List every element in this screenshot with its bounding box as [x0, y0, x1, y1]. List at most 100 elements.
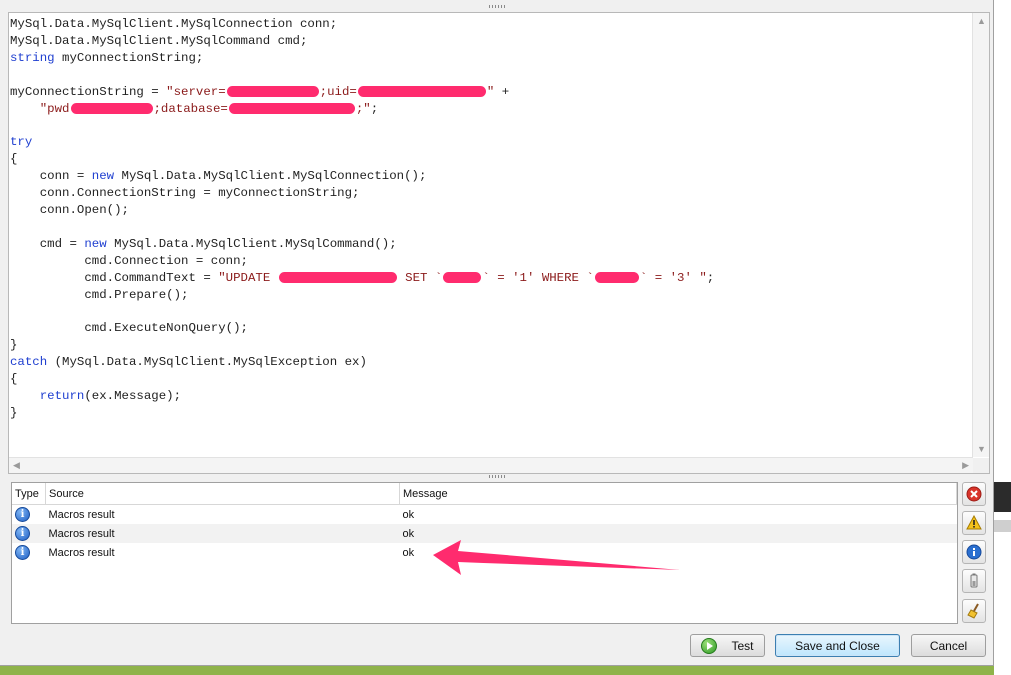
- info-filter-icon: [966, 544, 982, 560]
- message-source: Macros result: [45, 524, 400, 543]
- code-line[interactable]: MySql.Data.MySqlClient.MySqlCommand cmd;: [10, 33, 714, 50]
- code-string: "server=: [166, 84, 226, 99]
- redaction-mark: [443, 271, 482, 283]
- code-line[interactable]: string myConnectionString;: [10, 50, 714, 67]
- message-row[interactable]: i Macros result ok: [12, 505, 957, 525]
- clear-broom-icon: [967, 603, 979, 619]
- code-token: conn.Open();: [10, 202, 129, 217]
- code-keyword: return: [39, 388, 85, 403]
- code-line[interactable]: cmd.ExecuteNonQuery();: [10, 320, 714, 337]
- message-source: Macros result: [48, 546, 115, 559]
- error-filter-button[interactable]: [962, 482, 986, 506]
- code-line[interactable]: {: [10, 151, 714, 168]
- code-token: cmd.ExecuteNonQuery();: [10, 321, 248, 336]
- code-line[interactable]: MySql.Data.MySqlClient.MySqlConnection c…: [10, 16, 714, 33]
- code-string: "UPDATE: [218, 270, 278, 285]
- code-keyword: catch: [10, 355, 48, 370]
- code-token: cmd.Prepare();: [10, 287, 189, 302]
- cancel-label: Cancel: [929, 638, 968, 653]
- code-token: myConnectionString =: [10, 84, 167, 99]
- code-line[interactable]: }: [10, 337, 714, 354]
- redaction-mark: [228, 102, 355, 114]
- info-icon: i: [15, 526, 30, 541]
- scroll-corner: [973, 458, 989, 473]
- code-token: MySql.Data.MySqlClient.MySqlCommand cmd;: [10, 33, 308, 48]
- code-token: }: [10, 405, 18, 420]
- vertical-scrollbar[interactable]: ▲ ▼: [972, 13, 989, 457]
- code-keyword: new: [91, 169, 115, 184]
- save-and-close-button[interactable]: Save and Close: [775, 634, 900, 657]
- battery-filter-icon: [970, 573, 978, 588]
- code-line[interactable]: conn.ConnectionString = myConnectionStri…: [10, 185, 714, 202]
- code-token: cmd =: [10, 236, 85, 251]
- test-button[interactable]: Test: [690, 634, 765, 657]
- code-line[interactable]: cmd.CommandText = "UPDATE SET ` ` = '1' W…: [10, 270, 714, 287]
- code-token: myConnectionString;: [54, 50, 204, 65]
- redaction-mark: [70, 102, 153, 114]
- code-line[interactable]: conn = new MySql.Data.MySqlClient.MySqlC…: [10, 168, 714, 185]
- scroll-left-arrow[interactable]: ◀: [13, 460, 20, 470]
- info-filter-button[interactable]: [962, 540, 986, 564]
- code-line[interactable]: ​: [10, 117, 714, 134]
- code-token: {: [10, 372, 18, 387]
- battery-filter-button[interactable]: [962, 569, 986, 593]
- code-line[interactable]: try: [10, 134, 714, 151]
- code-string: ;database=: [153, 101, 228, 116]
- scroll-down-arrow[interactable]: ▼: [977, 444, 986, 454]
- scroll-up-arrow[interactable]: ▲: [977, 16, 986, 26]
- code-token: (MySql.Data.MySqlClient.MySqlException e…: [47, 355, 367, 370]
- code-text[interactable]: MySql.Data.MySqlClient.MySqlConnection c…: [10, 16, 714, 422]
- top-resize-grip[interactable]: [8, 2, 988, 12]
- macro-editor-window: MySql.Data.MySqlClient.MySqlConnection c…: [0, 0, 994, 666]
- code-line[interactable]: }: [10, 405, 714, 422]
- code-token: {: [10, 152, 18, 167]
- code-token: cmd.Connection = conn;: [10, 253, 248, 268]
- code-line[interactable]: ​: [10, 303, 714, 320]
- code-line[interactable]: conn.Open();: [10, 202, 714, 219]
- code-line[interactable]: ​: [10, 219, 714, 236]
- code-line[interactable]: "pwd ;database= ;";: [10, 101, 714, 118]
- code-token: MySql.Data.MySqlClient.MySqlConnection c…: [10, 17, 338, 31]
- code-keyword: try: [10, 135, 33, 150]
- redaction-mark: [226, 85, 319, 97]
- message-source: Macros result: [48, 508, 115, 521]
- pane-splitter[interactable]: [8, 473, 988, 481]
- code-line[interactable]: myConnectionString = "server= ;uid= " +: [10, 84, 714, 101]
- cancel-button[interactable]: Cancel: [911, 634, 986, 657]
- messages-header-row: Type Source Message: [12, 483, 957, 505]
- error-filter-icon: [966, 486, 982, 502]
- code-string: SET `: [397, 270, 443, 285]
- column-header-type[interactable]: Type: [12, 483, 46, 505]
- code-token: MySql.Data.MySqlClient.MySqlCommand();: [106, 236, 397, 251]
- redaction-mark: [594, 271, 639, 283]
- code-editor[interactable]: MySql.Data.MySqlClient.MySqlConnection c…: [8, 12, 990, 474]
- horizontal-scrollbar[interactable]: ◀ ▶: [9, 457, 973, 473]
- code-line[interactable]: cmd.Connection = conn;: [10, 253, 714, 270]
- code-keyword: new: [84, 236, 107, 251]
- code-line[interactable]: {: [10, 371, 714, 388]
- code-line[interactable]: return(ex.Message);: [10, 388, 714, 405]
- column-header-message[interactable]: Message: [399, 483, 957, 505]
- code-token: (ex.Message);: [84, 388, 182, 403]
- warning-filter-icon: [966, 515, 982, 530]
- code-token: conn.ConnectionString = myConnectionStri…: [10, 186, 360, 201]
- code-line[interactable]: cmd.Prepare();: [10, 287, 714, 304]
- message-text: ok: [402, 508, 415, 521]
- clear-messages-button[interactable]: [962, 599, 986, 623]
- code-line[interactable]: cmd = new MySql.Data.MySqlClient.MySqlCo…: [10, 236, 714, 253]
- warning-filter-button[interactable]: [962, 511, 986, 535]
- code-line[interactable]: catch (MySql.Data.MySqlClient.MySqlExcep…: [10, 354, 714, 371]
- code-string: ;uid=: [319, 84, 357, 99]
- code-token: }: [10, 338, 18, 353]
- code-token: ;: [370, 101, 379, 116]
- code-line[interactable]: ​: [10, 67, 714, 84]
- column-header-source[interactable]: Source: [45, 483, 400, 505]
- code-token: MySql.Data.MySqlClient.MySqlConnection()…: [114, 169, 427, 184]
- code-token: cmd.CommandText =: [10, 270, 219, 285]
- scroll-right-arrow[interactable]: ▶: [962, 460, 969, 470]
- test-button-label: Test: [731, 638, 754, 653]
- play-icon: [701, 637, 718, 654]
- annotation-arrow: [433, 540, 680, 575]
